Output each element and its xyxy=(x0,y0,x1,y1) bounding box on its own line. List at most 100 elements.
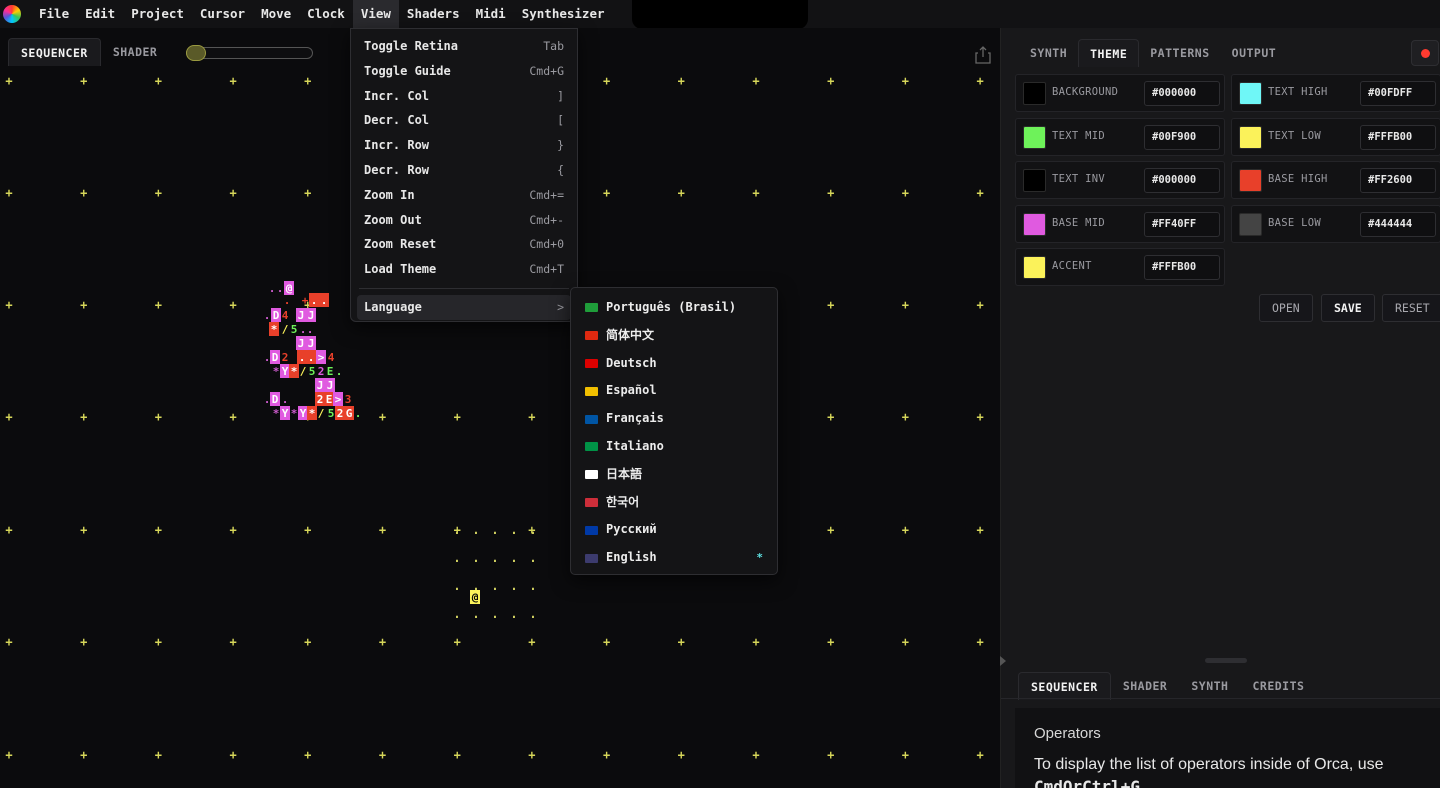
tab-sequencer[interactable]: SEQUENCER xyxy=(8,38,101,66)
tab-output[interactable]: OUTPUT xyxy=(1221,39,1288,67)
color-swatch[interactable] xyxy=(1023,82,1046,105)
swatch-label: TEXT LOW xyxy=(1268,129,1321,142)
color-swatch[interactable] xyxy=(1239,82,1262,105)
grid-marker: + xyxy=(976,410,983,424)
menu-item-decr-col[interactable]: Decr. Col[ xyxy=(351,108,577,133)
language-item[interactable]: English * xyxy=(571,544,777,572)
color-swatch[interactable] xyxy=(1023,256,1046,280)
language-label: Español xyxy=(606,383,657,398)
menu-item-zoom-in[interactable]: Zoom In Cmd+= xyxy=(351,183,577,208)
menu-item-zoom-reset[interactable]: Zoom Reset Cmd+0 xyxy=(351,232,577,257)
color-swatch[interactable] xyxy=(1023,212,1046,236)
collapse-arrow-icon[interactable] xyxy=(1000,656,1006,666)
hex-input[interactable]: #000000 xyxy=(1144,168,1220,194)
hex-input[interactable]: #00FDFF xyxy=(1360,81,1436,106)
grid-dot: . xyxy=(491,607,498,621)
record-button[interactable] xyxy=(1411,40,1439,66)
menu-item-toggle-guide[interactable]: Toggle Guide Cmd+G xyxy=(351,59,577,84)
language-item[interactable]: 简体中文 xyxy=(571,322,777,350)
operator-glyph: * xyxy=(271,323,278,336)
color-swatch[interactable] xyxy=(1239,212,1262,236)
menu-synthesizer[interactable]: Synthesizer xyxy=(514,0,613,28)
language-item[interactable]: Français xyxy=(571,405,777,433)
operator-glyph: 2 xyxy=(317,393,324,406)
menu-midi[interactable]: Midi xyxy=(468,0,514,28)
tab-shader[interactable]: SHADER xyxy=(101,38,170,66)
menu-item-zoom-out[interactable]: Zoom Out Cmd+- xyxy=(351,208,577,233)
menu-edit[interactable]: Edit xyxy=(77,0,123,28)
grid-marker: + xyxy=(902,298,909,312)
language-item[interactable]: Español xyxy=(571,377,777,405)
menu-item-load-theme[interactable]: Load Theme Cmd+T xyxy=(351,257,577,282)
app-logo-icon[interactable] xyxy=(3,5,21,23)
grid-marker: + xyxy=(976,523,983,537)
grid-dot: . xyxy=(472,607,479,621)
menu-cursor[interactable]: Cursor xyxy=(192,0,253,28)
theme-swatch: BACKGROUND #000000 xyxy=(1015,74,1225,112)
hex-input[interactable]: #00F900 xyxy=(1144,124,1220,150)
tab-theme[interactable]: THEME xyxy=(1078,39,1140,67)
language-item[interactable]: Italiano xyxy=(571,433,777,461)
doc-panel: Operators To display the list of operato… xyxy=(1015,708,1440,788)
grid-marker: + xyxy=(155,635,162,649)
menu-clock[interactable]: Clock xyxy=(299,0,353,28)
grid-marker: + xyxy=(379,410,386,424)
doc-tab-synth[interactable]: SYNTH xyxy=(1179,672,1240,700)
hex-input[interactable]: #000000 xyxy=(1144,81,1220,106)
operator-glyph: 4 xyxy=(282,309,289,322)
resize-handle[interactable] xyxy=(1205,658,1247,663)
color-swatch[interactable] xyxy=(1239,125,1262,149)
grid-cursor-char: @ xyxy=(472,591,479,604)
theme-swatch: TEXT MID #00F900 xyxy=(1015,117,1225,156)
language-item[interactable]: Português (Brasil) xyxy=(571,294,777,322)
color-swatch[interactable] xyxy=(1023,169,1046,193)
grid-marker: + xyxy=(229,298,236,312)
operator-glyph: / xyxy=(300,365,307,378)
menu-project[interactable]: Project xyxy=(123,0,192,28)
tab-synth[interactable]: SYNTH xyxy=(1019,39,1078,67)
language-item[interactable]: Русский xyxy=(571,516,777,544)
speed-slider[interactable] xyxy=(186,45,313,61)
language-item[interactable]: Deutsch xyxy=(571,350,777,378)
operator-glyph: > xyxy=(335,393,342,406)
operator-glyph: 5 xyxy=(328,407,335,420)
reset-theme-button[interactable]: RESET xyxy=(1382,294,1440,322)
grid-marker: + xyxy=(678,635,685,649)
doc-tab-credits[interactable]: CREDITS xyxy=(1240,672,1316,700)
menu-item-toggle-retina[interactable]: Toggle Retina Tab xyxy=(351,34,577,59)
language-item[interactable]: 日本語 xyxy=(571,461,777,489)
open-theme-button[interactable]: OPEN xyxy=(1259,294,1313,322)
slider-knob[interactable] xyxy=(186,45,206,61)
operator-glyph: / xyxy=(282,323,289,336)
save-theme-button[interactable]: SAVE xyxy=(1321,294,1375,322)
language-item[interactable]: 한국어 xyxy=(571,489,777,517)
menu-item-language[interactable]: Language > xyxy=(357,294,571,320)
grid-marker: + xyxy=(229,74,236,88)
menu-item-incr-row[interactable]: Incr. Row} xyxy=(351,133,577,158)
grid-dot: . xyxy=(529,551,536,565)
hex-input[interactable]: #444444 xyxy=(1360,211,1436,237)
doc-tab-sequencer[interactable]: SEQUENCER xyxy=(1018,672,1111,700)
hex-input[interactable]: #FF40FF xyxy=(1144,211,1220,237)
doc-tab-bar: SEQUENCER SHADER SYNTH CREDITS xyxy=(1018,672,1316,700)
color-swatch[interactable] xyxy=(1023,125,1046,149)
tab-patterns[interactable]: PATTERNS xyxy=(1139,39,1220,67)
grid-marker: + xyxy=(827,523,834,537)
menu-view[interactable]: View xyxy=(352,0,399,28)
hex-input[interactable]: #FFFB00 xyxy=(1360,124,1436,150)
grid-marker: + xyxy=(678,74,685,88)
menu-item-incr-col[interactable]: Incr. Col] xyxy=(351,84,577,109)
hex-input[interactable]: #FF2600 xyxy=(1360,168,1436,194)
operator-glyph: 2 xyxy=(337,407,344,420)
operator-glyph: . xyxy=(355,407,362,420)
menu-item-decr-row[interactable]: Decr. Row{ xyxy=(351,158,577,183)
hex-input[interactable]: #FFFB00 xyxy=(1144,255,1220,281)
menu-move[interactable]: Move xyxy=(253,0,299,28)
color-swatch[interactable] xyxy=(1239,169,1262,193)
share-icon[interactable] xyxy=(975,46,991,64)
grid-marker: + xyxy=(528,748,535,762)
operator-glyph: / xyxy=(318,407,325,420)
menu-shaders[interactable]: Shaders xyxy=(399,0,468,28)
doc-tab-shader[interactable]: SHADER xyxy=(1111,672,1180,700)
menu-file[interactable]: File xyxy=(31,0,77,28)
